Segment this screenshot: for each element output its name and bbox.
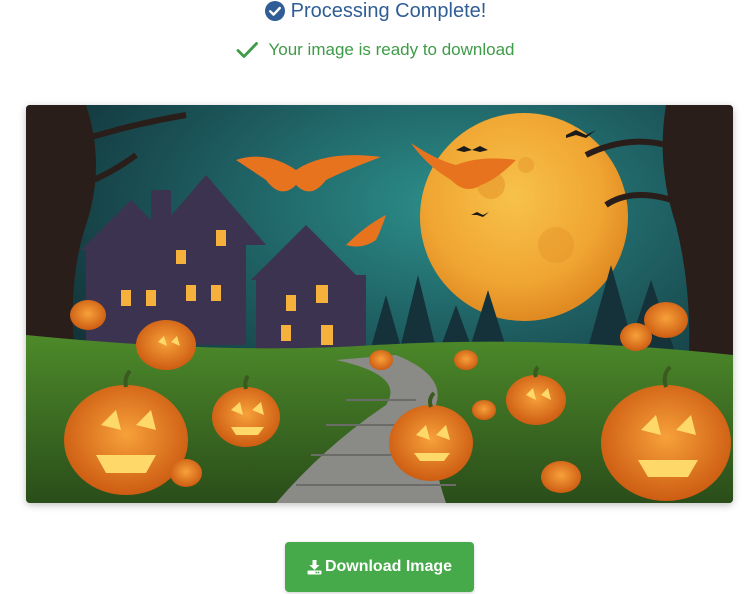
status-title: Processing Complete!	[290, 0, 487, 22]
result-image	[26, 105, 733, 503]
download-button-label: Download Image	[324, 558, 453, 575]
halloween-illustration	[26, 105, 733, 503]
status-title-row: Processing Complete!	[0, 0, 751, 24]
download-button[interactable]: Download Image	[285, 542, 474, 592]
check-circle-icon	[264, 1, 285, 21]
checkmark-icon	[236, 41, 259, 59]
status-subtitle: Your image is ready to download	[268, 40, 515, 59]
status-subtitle-row: Your image is ready to download	[0, 38, 751, 62]
download-icon	[307, 559, 322, 575]
